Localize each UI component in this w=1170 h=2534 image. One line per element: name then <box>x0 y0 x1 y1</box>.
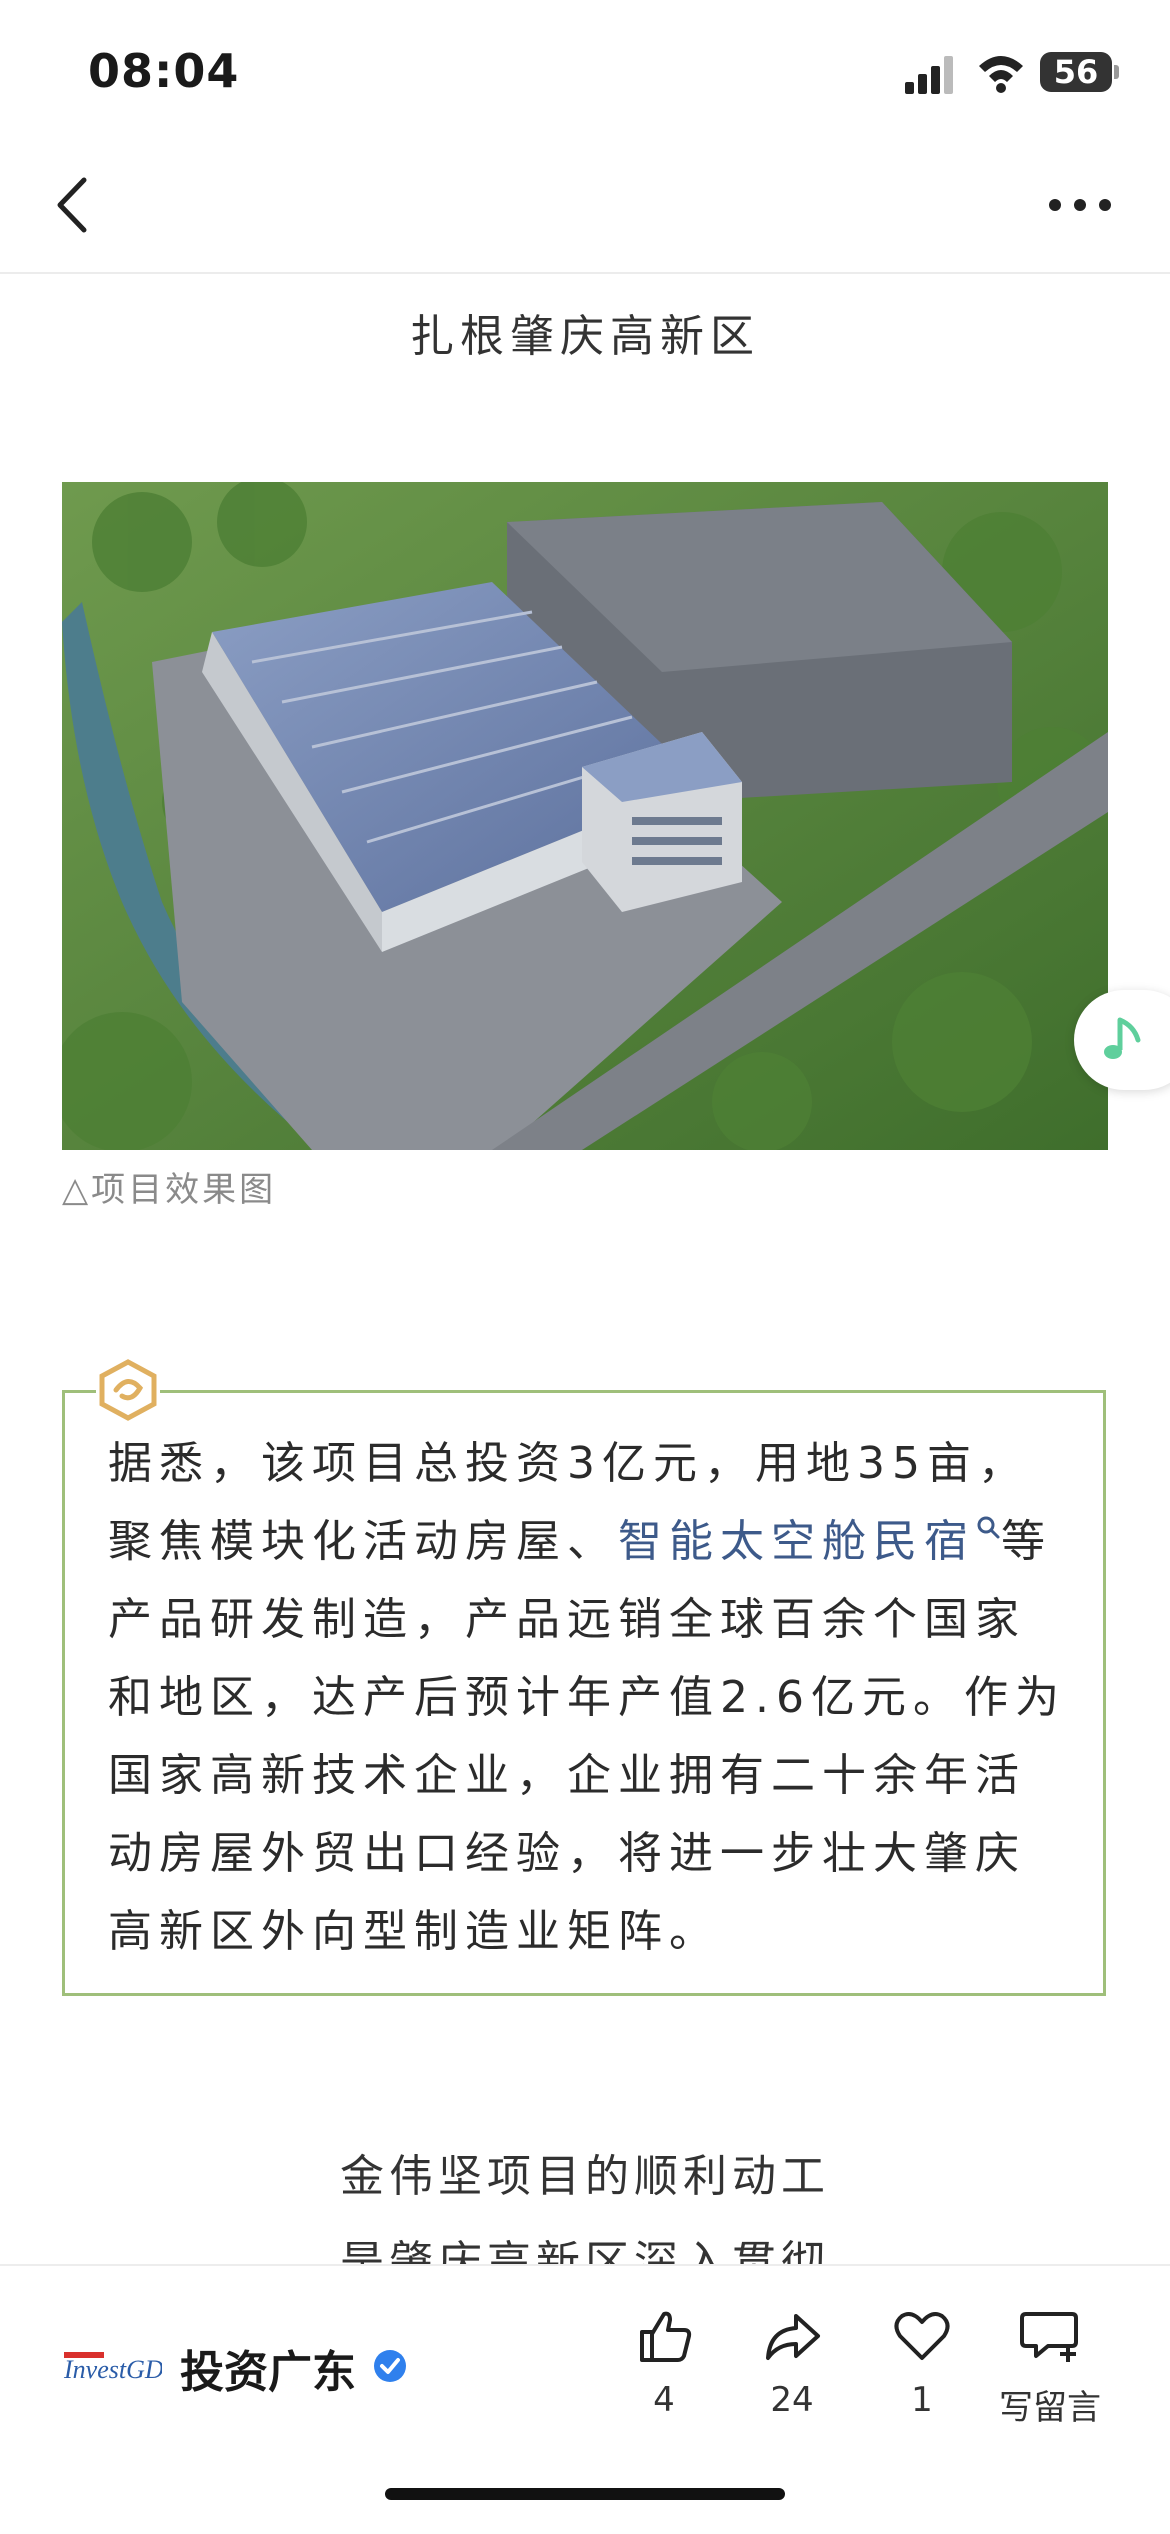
home-indicator[interactable] <box>385 2488 785 2500</box>
search-icon[interactable] <box>975 1514 1001 1540</box>
share-count: 24 <box>770 2380 814 2420</box>
share-arrow-icon <box>766 2314 820 2360</box>
account-name[interactable]: 投资广东 <box>180 2336 356 2400</box>
wifi-icon <box>979 56 1023 93</box>
write-comment-label: 写留言 <box>999 2388 1101 2428</box>
like-count: 4 <box>653 2380 675 2420</box>
favorite-count: 1 <box>911 2380 933 2420</box>
image-caption: △项目效果图 <box>62 1170 277 1210</box>
thumbs-up-icon <box>640 2311 692 2362</box>
status-bar: 08:04 56 <box>0 0 1170 140</box>
keyword-link[interactable]: 智能太空舱民宿 <box>618 1516 975 1567</box>
like-button[interactable]: 4 <box>604 2306 724 2420</box>
nav-bar <box>0 140 1170 274</box>
sub-heading-continued: 是肇庆高新区深入贯彻 <box>340 2237 830 2264</box>
quote-paragraph: 据悉，该项目总投资3亿元，用地35亩，聚焦模块化活动房屋、智能太空舱民宿 等产品研… <box>108 1425 1068 1971</box>
write-comment-button[interactable]: 写留言 <box>990 2306 1110 2429</box>
quote-text-part2: 等产品研发制造，产品远销全球百余个国家和地区，达产后预计年产值2.6亿元。作为国… <box>108 1516 1066 1957</box>
section-title: 扎根肇庆高新区 <box>410 311 760 362</box>
verified-badge-icon <box>374 2350 406 2382</box>
battery-indicator: 56 <box>1040 52 1119 92</box>
music-note-icon <box>1104 1017 1141 1059</box>
more-options-icon[interactable] <box>1045 185 1115 225</box>
status-time: 08:04 <box>88 44 240 98</box>
audio-player-float[interactable] <box>1074 990 1170 1090</box>
back-icon[interactable] <box>40 170 110 240</box>
comment-add-icon <box>1020 2312 1078 2362</box>
project-rendering-image[interactable] <box>62 482 1108 1150</box>
cellular-signal-icon <box>905 56 953 94</box>
quote-logo-icon <box>96 1358 160 1422</box>
share-button[interactable]: 24 <box>732 2306 852 2420</box>
favorite-button[interactable]: 1 <box>862 2306 982 2420</box>
svg-text:InvestGD: InvestGD <box>63 2355 162 2384</box>
heart-icon <box>894 2312 950 2360</box>
account-logo[interactable]: InvestGD <box>62 2346 162 2388</box>
sub-heading: 金伟坚项目的顺利动工 <box>340 2151 830 2202</box>
